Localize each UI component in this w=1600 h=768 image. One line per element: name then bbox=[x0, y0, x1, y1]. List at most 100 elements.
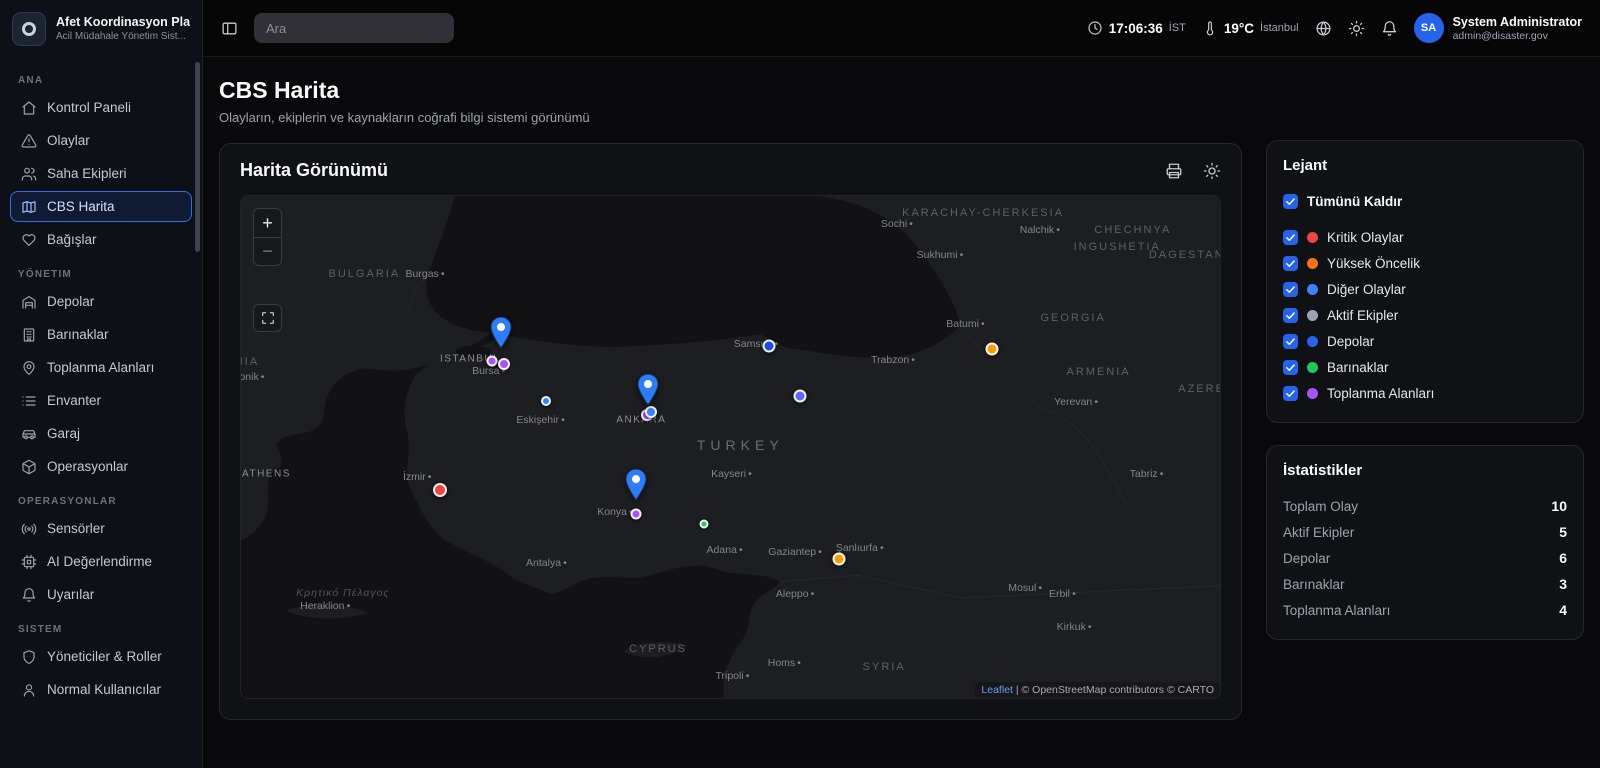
sidebar-item-toplanma-alanlari[interactable]: Toplanma Alanları bbox=[10, 352, 192, 383]
map-card: Harita Görünümü bbox=[219, 143, 1242, 720]
car-icon bbox=[21, 426, 37, 442]
sidebar-item-yoneticiler-roller[interactable]: Yöneticiler & Roller bbox=[10, 641, 192, 672]
sidebar-item-garaj[interactable]: Garaj bbox=[10, 418, 192, 449]
app-logo bbox=[12, 12, 46, 46]
sidebar-item-kontrol-paneli[interactable]: Kontrol Paneli bbox=[10, 92, 192, 123]
legend-title: Lejant bbox=[1283, 157, 1567, 174]
sidebar-item-label: Envanter bbox=[47, 393, 101, 408]
user-avatar[interactable]: SA bbox=[1414, 13, 1444, 43]
map-dot-marker[interactable] bbox=[985, 342, 998, 355]
sidebar-item-label: Olaylar bbox=[47, 133, 90, 148]
sidebar-item-operasyonlar[interactable]: Operasyonlar bbox=[10, 451, 192, 482]
stats-row-label: Toplanma Alanları bbox=[1283, 603, 1390, 618]
sidebar-scrollbar-thumb[interactable] bbox=[195, 62, 200, 252]
map-dot-marker[interactable] bbox=[498, 358, 510, 370]
stats-row: Aktif Ekipler5 bbox=[1283, 519, 1567, 545]
zoom-out-button[interactable]: − bbox=[254, 237, 281, 265]
clock-icon bbox=[1087, 20, 1103, 36]
sidebar-item-ai-degerlendirme[interactable]: AI Değerlendirme bbox=[10, 546, 192, 577]
print-map-button[interactable] bbox=[1165, 162, 1183, 180]
legend-item-kritik-olaylar[interactable]: Kritik Olaylar bbox=[1283, 224, 1567, 250]
sidebar-item-uyarilar[interactable]: Uyarılar bbox=[10, 579, 192, 610]
checkbox-icon[interactable] bbox=[1283, 386, 1298, 401]
map-dot-marker[interactable] bbox=[630, 508, 641, 519]
checkbox-icon[interactable] bbox=[1283, 308, 1298, 323]
sidebar-item-barinaklar[interactable]: Barınaklar bbox=[10, 319, 192, 350]
app-title: Afet Koordinasyon Pla... bbox=[56, 15, 190, 29]
map-attribution: Leaflet | © OpenStreetMap contributors ©… bbox=[975, 682, 1220, 698]
legend-item-diger-olaylar[interactable]: Diğer Olaylar bbox=[1283, 276, 1567, 302]
notifications-bell-button[interactable] bbox=[1381, 20, 1398, 37]
user-email: admin@disaster.gov bbox=[1453, 30, 1582, 42]
legend-item-aktif-ekipler[interactable]: Aktif Ekipler bbox=[1283, 302, 1567, 328]
zoom-in-button[interactable]: + bbox=[254, 209, 281, 237]
checkbox-icon[interactable] bbox=[1283, 256, 1298, 271]
page-subtitle: Olayların, ekiplerin ve kaynakların coğr… bbox=[219, 110, 1242, 125]
map-pin-marker[interactable] bbox=[490, 316, 513, 354]
fullscreen-button[interactable] bbox=[253, 304, 282, 332]
sidebar-item-saha-ekipleri[interactable]: Saha Ekipleri bbox=[10, 158, 192, 189]
app-subtitle: Acil Müdahale Yönetim Sist... bbox=[56, 31, 190, 42]
stats-row-value: 4 bbox=[1559, 602, 1567, 618]
map-icon bbox=[21, 199, 37, 215]
legend-item-label: Yüksek Öncelik bbox=[1327, 256, 1420, 271]
sidebar-item-depolar[interactable]: Depolar bbox=[10, 286, 192, 317]
sidebar-item-label: CBS Harita bbox=[47, 199, 115, 214]
map-dot-marker[interactable] bbox=[700, 519, 709, 528]
map-dot-marker[interactable] bbox=[762, 339, 775, 352]
legend-item-depolar[interactable]: Depolar bbox=[1283, 328, 1567, 354]
sidebar-item-cbs-harita[interactable]: CBS Harita bbox=[10, 191, 192, 222]
legend-item-barinaklar[interactable]: Barınaklar bbox=[1283, 354, 1567, 380]
legend-item-label: Toplanma Alanları bbox=[1327, 386, 1434, 401]
stats-row-label: Barınaklar bbox=[1283, 577, 1345, 592]
legend-color-dot bbox=[1307, 388, 1318, 399]
sidebar-header: Afet Koordinasyon Pla... Acil Müdahale Y… bbox=[0, 0, 202, 57]
sidebar-item-label: Yöneticiler & Roller bbox=[47, 649, 162, 664]
stats-row: Barınaklar3 bbox=[1283, 571, 1567, 597]
map-dot-marker[interactable] bbox=[833, 552, 846, 565]
legend-item-label: Depolar bbox=[1327, 334, 1374, 349]
language-globe-button[interactable] bbox=[1315, 20, 1332, 37]
legend-color-dot bbox=[1307, 336, 1318, 347]
attribution-text: | © OpenStreetMap contributors © CARTO bbox=[1013, 684, 1214, 696]
sidebar-toggle-button[interactable] bbox=[221, 20, 238, 37]
map-card-title: Harita Görünümü bbox=[240, 160, 388, 181]
map-pin-marker[interactable] bbox=[637, 373, 660, 411]
sidebar-item-envanter[interactable]: Envanter bbox=[10, 385, 192, 416]
sidebar-item-sensorler[interactable]: Sensörler bbox=[10, 513, 192, 544]
time-value: 17:06:36 bbox=[1109, 21, 1163, 36]
sidebar-item-olaylar[interactable]: Olaylar bbox=[10, 125, 192, 156]
checkbox-icon[interactable] bbox=[1283, 334, 1298, 349]
map-canvas[interactable]: BULGARIABurgas •Sochi •KARACHAY-CHERKESI… bbox=[240, 195, 1221, 699]
stats-row-value: 5 bbox=[1559, 524, 1567, 540]
map-dot-marker[interactable] bbox=[433, 483, 447, 497]
bell-icon bbox=[21, 587, 37, 603]
theme-toggle-button[interactable] bbox=[1348, 20, 1365, 37]
main-area: 17:06:36 İST 19°C İstanbul SA System Adm… bbox=[203, 0, 1600, 768]
sidebar-item-label: Sensörler bbox=[47, 521, 105, 536]
map-theme-button[interactable] bbox=[1203, 162, 1221, 180]
map-pin-marker[interactable] bbox=[624, 468, 647, 506]
user-menu[interactable]: SA System Administrator admin@disaster.g… bbox=[1414, 13, 1582, 43]
sidebar: Afet Koordinasyon Pla... Acil Müdahale Y… bbox=[0, 0, 203, 768]
checkbox-icon[interactable] bbox=[1283, 230, 1298, 245]
legend-color-dot bbox=[1307, 310, 1318, 321]
clock-display: 17:06:36 İST bbox=[1087, 20, 1186, 36]
legend-item-tumunu-kaldir[interactable]: Tümünü Kaldır bbox=[1283, 188, 1567, 214]
map-dot-marker[interactable] bbox=[794, 390, 807, 403]
map-dot-marker[interactable] bbox=[486, 356, 497, 367]
checkbox-icon[interactable] bbox=[1283, 282, 1298, 297]
sidebar-item-normal-kullanicilar[interactable]: Normal Kullanıcılar bbox=[10, 674, 192, 705]
map-dot-marker[interactable] bbox=[541, 396, 551, 406]
checkbox-icon[interactable] bbox=[1283, 194, 1298, 209]
map-pin-icon bbox=[21, 360, 37, 376]
checkbox-icon[interactable] bbox=[1283, 360, 1298, 375]
list-icon bbox=[21, 393, 37, 409]
leaflet-link[interactable]: Leaflet bbox=[981, 684, 1013, 696]
legend-item-toplanma-alanlari[interactable]: Toplanma Alanları bbox=[1283, 380, 1567, 406]
legend-item-yuksek-oncelik[interactable]: Yüksek Öncelik bbox=[1283, 250, 1567, 276]
legend-color-dot bbox=[1307, 258, 1318, 269]
sidebar-item-bagislar[interactable]: Bağışlar bbox=[10, 224, 192, 255]
search-input[interactable] bbox=[254, 13, 454, 43]
stats-panel: İstatistikler Toplam Olay10Aktif Ekipler… bbox=[1266, 445, 1584, 640]
